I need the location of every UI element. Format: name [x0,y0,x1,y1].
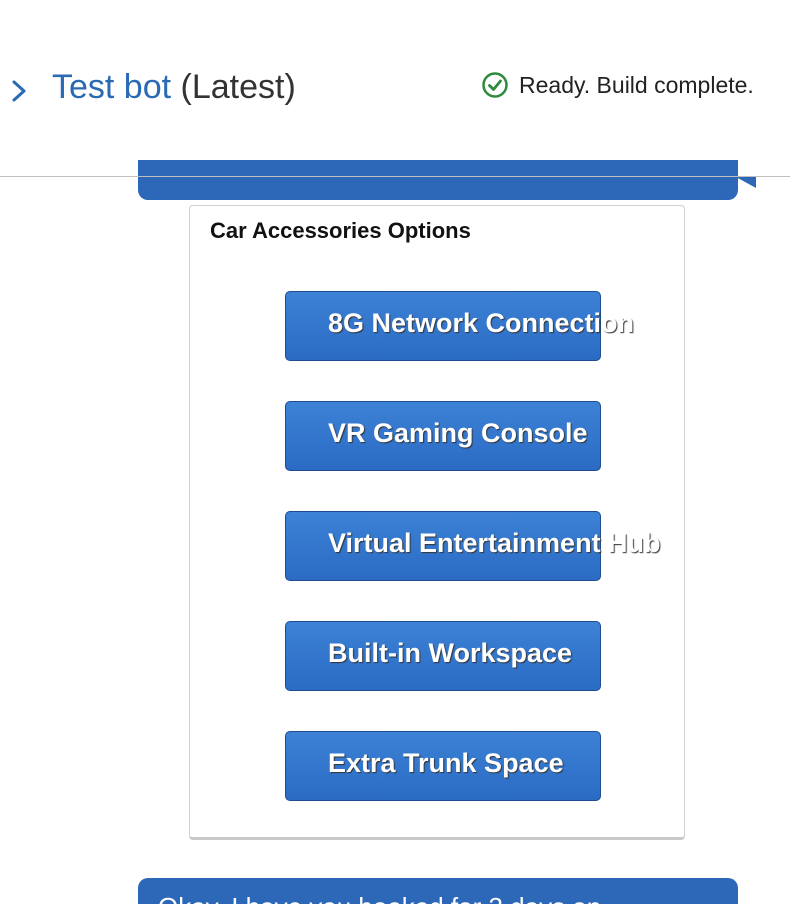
response-card: Car Accessories Options 8G Network Conne… [189,205,685,840]
option-button[interactable]: Virtual Entertainment Hub [285,511,661,581]
check-circle-icon [482,72,508,98]
option-label: 8G Network Connection [328,308,635,338]
bot-message-bubble [138,160,738,200]
test-bot-page: Test bot (Latest) Ready. Build complete.… [0,0,790,904]
option-button[interactable]: VR Gaming Console [285,401,601,471]
bot-message-bubble: Okay, I have you booked for 3 days on [138,878,738,904]
option-label: VR Gaming Console [328,418,588,448]
chevron-right-icon[interactable] [8,77,30,105]
bot-version-label: (Latest) [180,68,296,106]
bot-message-text: Okay, I have you booked for 3 days on [158,892,601,904]
header-divider [0,176,790,177]
bot-title: Test bot (Latest) [52,64,296,110]
bot-name-link[interactable]: Test bot [52,68,171,106]
option-button[interactable]: Extra Trunk Space [285,731,601,801]
bot-header: Test bot (Latest) Ready. Build complete. [0,0,790,177]
option-label: Built-in Workspace [328,638,573,668]
status-text: Ready. Build complete. [519,71,754,98]
option-button[interactable]: 8G Network Connection [285,291,634,361]
bubble-tail [736,177,756,188]
card-title: Car Accessories Options [210,218,471,243]
option-button[interactable]: Built-in Workspace [285,621,601,691]
option-label: Extra Trunk Space [328,748,564,778]
option-label: Virtual Entertainment Hub [328,528,661,558]
build-status: Ready. Build complete. [481,68,754,102]
